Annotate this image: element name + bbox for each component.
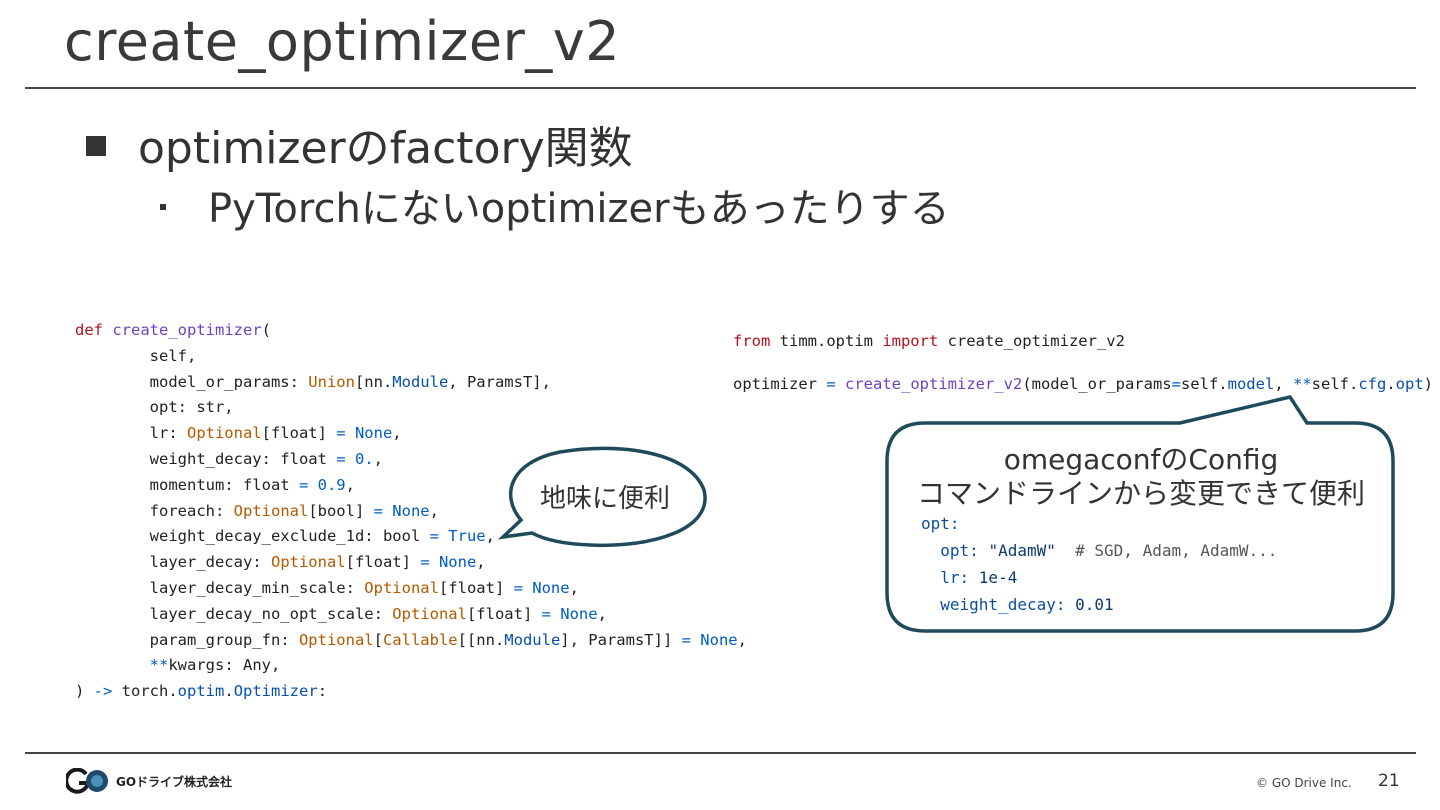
- company-name: GOドライブ株式会社: [116, 775, 233, 789]
- sub-bullet-square-icon: [160, 204, 166, 210]
- footer-divider: [25, 752, 1416, 754]
- large-bubble-subheading: コマンドラインから変更できて便利: [916, 477, 1365, 510]
- slide-title: create_optimizer_v2: [64, 10, 621, 73]
- yaml-config-block: opt: opt: "AdamW" # SGD, Adam, AdamW... …: [921, 514, 1278, 614]
- bullet-square-icon: [86, 136, 106, 156]
- code-block-usage: from timm.optim import create_optimizer_…: [733, 332, 1434, 393]
- title-divider: [25, 87, 1416, 89]
- bullet-2-text: PyTorchにないoptimizerもあったりする: [208, 186, 950, 232]
- go-logo-icon: [66, 768, 108, 794]
- copyright-text: © GO Drive Inc.: [1256, 776, 1352, 790]
- small-bubble-text: 地味に便利: [540, 484, 671, 514]
- bullet-1-text: optimizerのfactory関数: [138, 123, 633, 174]
- page-number: 21: [1378, 771, 1400, 791]
